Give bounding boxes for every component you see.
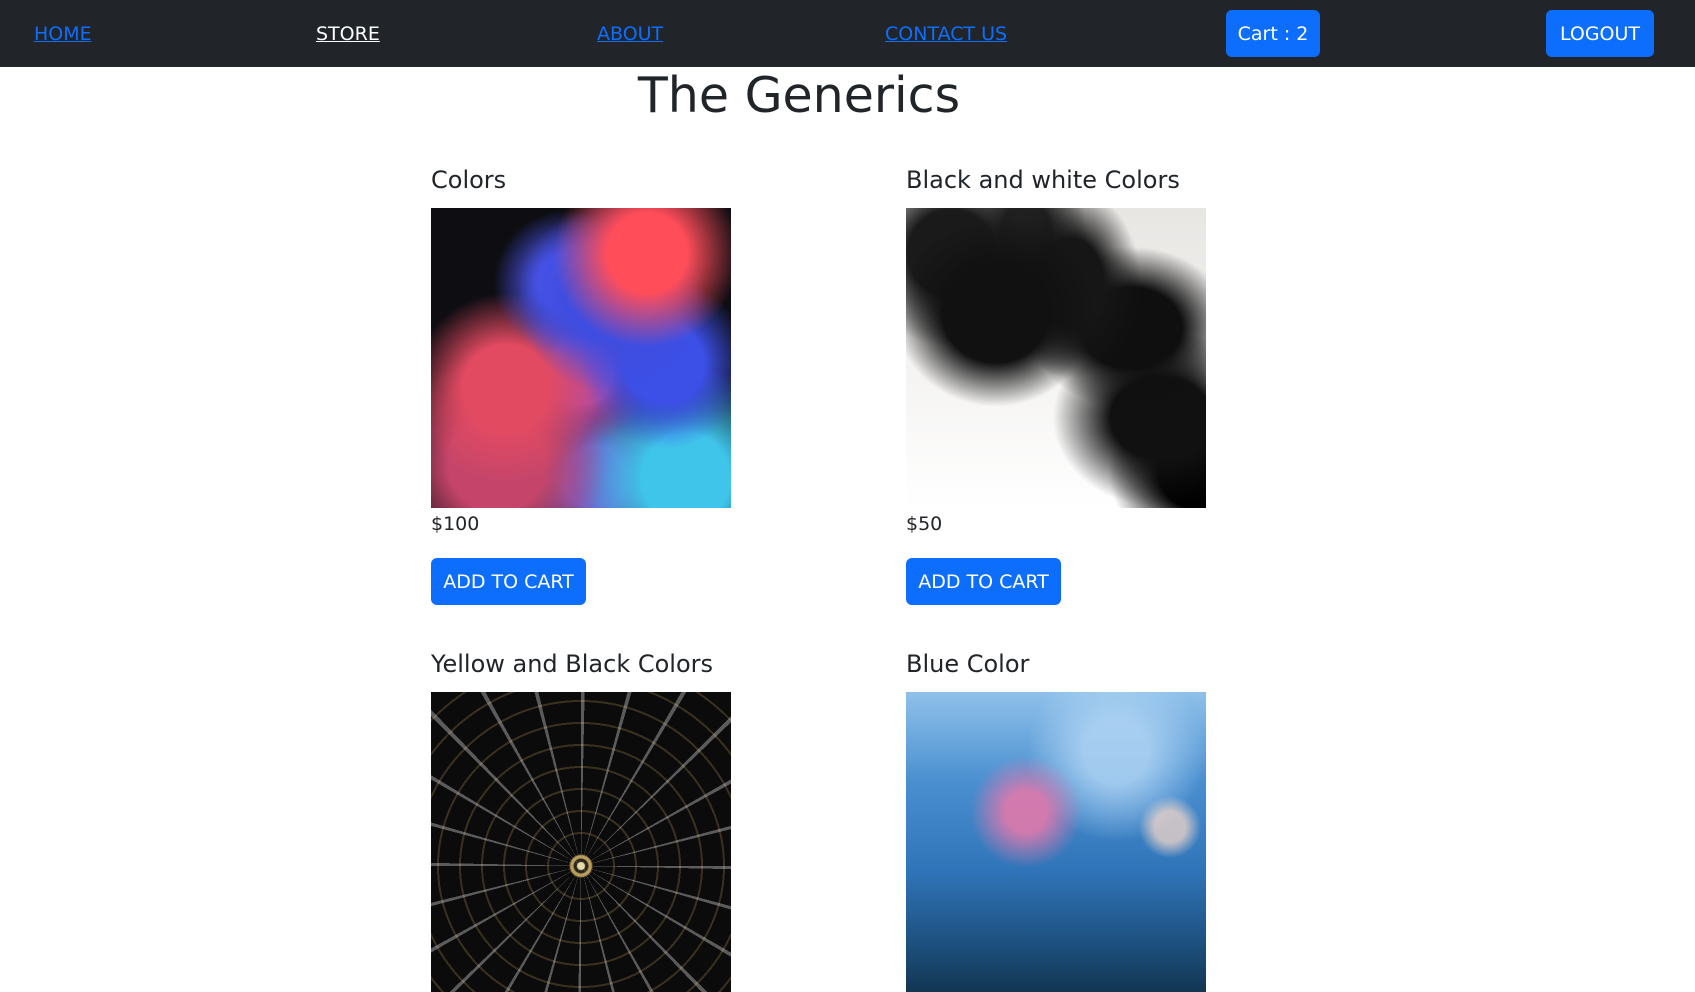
radial-tunnel-image — [431, 692, 731, 992]
product-card-blue: Blue Color — [906, 649, 1236, 992]
colorful-smoke-image — [431, 208, 731, 508]
product-card-yellow-and-black: Yellow and Black Colors — [431, 649, 761, 992]
nav-home-link[interactable]: HOME — [34, 23, 92, 45]
product-title: Blue Color — [906, 650, 1030, 678]
black-ink-image — [906, 208, 1206, 508]
blue-bokeh-image — [906, 692, 1206, 992]
cart-button[interactable]: Cart : 2 — [1226, 10, 1320, 57]
product-price: $50 — [906, 513, 943, 535]
product-title: Yellow and Black Colors — [431, 650, 714, 678]
top-navbar: HOME STORE ABOUT CONTACT US Cart : 2 LOG… — [0, 0, 1695, 67]
product-card-colors: Colors $100 ADD TO CART — [431, 165, 761, 605]
product-title: Black and white Colors — [906, 166, 1180, 194]
product-price: $100 — [431, 513, 480, 535]
product-title: Colors — [431, 166, 507, 194]
page-title: The Generics — [637, 67, 961, 124]
add-to-cart-button[interactable]: ADD TO CART — [906, 558, 1061, 605]
nav-store-link[interactable]: STORE — [316, 23, 380, 45]
logout-button[interactable]: LOGOUT — [1546, 10, 1654, 57]
nav-contact-link[interactable]: CONTACT US — [885, 23, 1007, 45]
add-to-cart-button[interactable]: ADD TO CART — [431, 558, 586, 605]
product-card-black-and-white: Black and white Colors $50 ADD TO CART — [906, 165, 1236, 605]
nav-about-link[interactable]: ABOUT — [597, 23, 663, 45]
